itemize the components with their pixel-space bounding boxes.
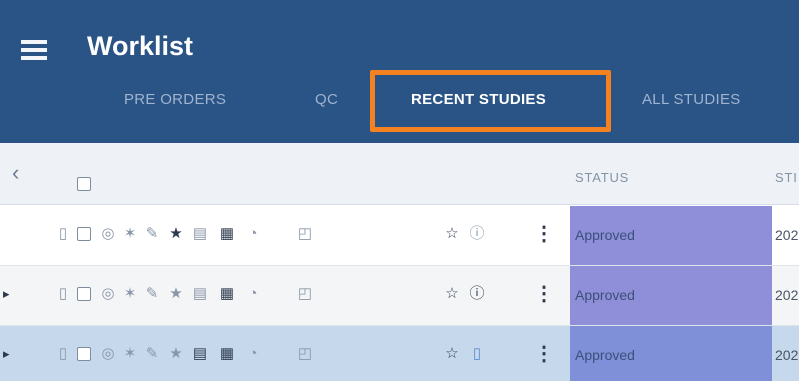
study-date-value: 202: [775, 347, 799, 363]
edit-icon[interactable]: ✎: [142, 223, 162, 245]
table-row[interactable]: ▸ ▯ ◎ ✶ ✎ ★ ▤ ▦ ◔ ◰ ☆ ⓘ ⋮ Approved 202: [0, 266, 799, 326]
info-icon[interactable]: ▯: [467, 343, 487, 365]
attachment-icon[interactable]: ◎: [98, 343, 118, 365]
open-study-icon[interactable]: ◰: [295, 223, 315, 245]
row-checkbox[interactable]: [77, 227, 91, 241]
more-options-icon[interactable]: ⋮: [534, 223, 554, 245]
star-filled-icon[interactable]: ★: [166, 343, 186, 365]
history-icon[interactable]: ◔: [243, 223, 263, 245]
status-value: Approved: [575, 227, 635, 243]
status-value: Approved: [575, 287, 635, 303]
report-icon[interactable]: ▤: [190, 223, 210, 245]
worklist-app: Worklist PRE ORDERS QC RECENT STUDIES AL…: [0, 0, 799, 381]
table-header-row: [0, 143, 799, 205]
info-icon[interactable]: ⓘ: [467, 223, 487, 245]
open-study-icon[interactable]: ◰: [295, 343, 315, 365]
attachment-icon[interactable]: ◎: [98, 283, 118, 305]
row-checkbox[interactable]: [77, 347, 91, 361]
select-all-checkbox[interactable]: [77, 177, 91, 191]
status-value: Approved: [575, 347, 635, 363]
history-icon[interactable]: ◔: [243, 283, 263, 305]
chevron-left-icon[interactable]: ‹: [12, 162, 26, 184]
star-filled-icon[interactable]: ★: [166, 283, 186, 305]
expand-row-icon[interactable]: ▸: [3, 284, 15, 304]
open-study-icon[interactable]: ◰: [295, 283, 315, 305]
document-icon[interactable]: ▯: [53, 283, 73, 305]
star-outline-icon[interactable]: ☆: [442, 223, 462, 245]
report-icon[interactable]: ▤: [190, 283, 210, 305]
column-header-status[interactable]: STATUS: [575, 170, 629, 185]
star-outline-icon[interactable]: ☆: [442, 283, 462, 305]
expand-row-icon[interactable]: ▸: [3, 344, 15, 364]
tab-pre-orders[interactable]: PRE ORDERS: [124, 91, 226, 115]
tab-qc[interactable]: QC: [315, 91, 338, 115]
star-filled-icon[interactable]: ★: [166, 223, 186, 245]
column-header-study[interactable]: STI: [775, 170, 798, 185]
document-icon[interactable]: ▯: [53, 343, 73, 365]
more-options-icon[interactable]: ⋮: [534, 283, 554, 305]
study-date-value: 202: [775, 227, 799, 243]
hamburger-menu-icon[interactable]: [21, 40, 47, 60]
grid-icon[interactable]: ▦: [217, 343, 237, 365]
page-title: Worklist: [87, 31, 194, 61]
table-row-selected[interactable]: ▸ ▯ ◎ ✶ ✎ ★ ▤ ▦ ◔ ◰ ☆ ▯ ⋮ Approved 202: [0, 326, 799, 381]
table-row[interactable]: ▯ ◎ ✶ ✎ ★ ▤ ▦ ◔ ◰ ☆ ⓘ ⋮ Approved 202: [0, 206, 799, 266]
priority-icon[interactable]: ✶: [120, 283, 140, 305]
edit-icon[interactable]: ✎: [142, 283, 162, 305]
priority-icon[interactable]: ✶: [120, 223, 140, 245]
history-icon[interactable]: ◔: [243, 343, 263, 365]
study-date-value: 202: [775, 287, 799, 303]
tab-all-studies[interactable]: ALL STUDIES: [642, 91, 741, 115]
star-outline-icon[interactable]: ☆: [442, 343, 462, 365]
app-header: Worklist PRE ORDERS QC RECENT STUDIES AL…: [0, 0, 799, 143]
document-icon[interactable]: ▯: [53, 223, 73, 245]
info-icon[interactable]: ⓘ: [467, 283, 487, 305]
row-checkbox[interactable]: [77, 287, 91, 301]
attachment-icon[interactable]: ◎: [98, 223, 118, 245]
highlight-annotation-box: [370, 70, 611, 132]
more-options-icon[interactable]: ⋮: [534, 343, 554, 365]
grid-icon[interactable]: ▦: [217, 283, 237, 305]
grid-icon[interactable]: ▦: [217, 223, 237, 245]
report-icon[interactable]: ▤: [190, 343, 210, 365]
edit-icon[interactable]: ✎: [142, 343, 162, 365]
priority-icon[interactable]: ✶: [120, 343, 140, 365]
